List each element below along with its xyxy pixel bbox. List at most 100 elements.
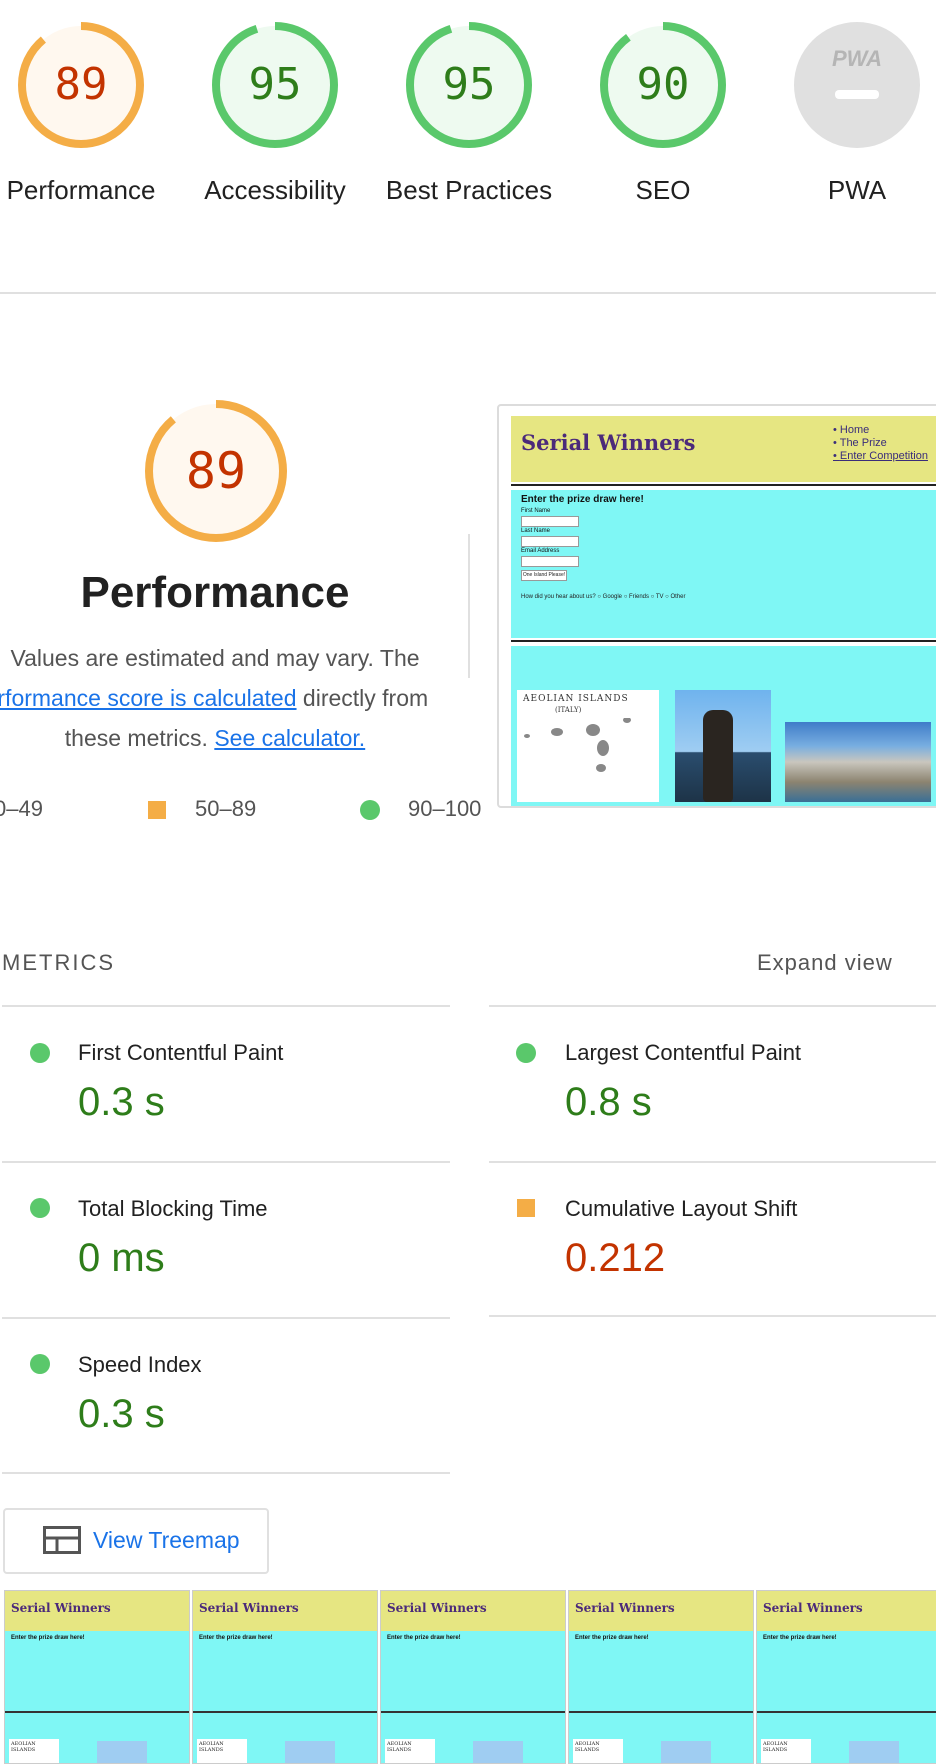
gauge-label-best-practices: Best Practices	[384, 170, 554, 210]
site-map-title: AEOLIAN ISLANDS	[523, 694, 629, 704]
metric-name: Cumulative Layout Shift	[565, 1196, 798, 1221]
filmstrip-frame: Serial Winners Enter the prize draw here…	[4, 1590, 190, 1764]
site-divider	[511, 640, 936, 642]
legend-pass-label: 90–100	[408, 796, 482, 821]
average-square-icon	[517, 1199, 535, 1217]
score-calculation-link[interactable]: performance score is calculated	[0, 685, 297, 711]
pass-circle-icon	[30, 1198, 50, 1218]
site-header: Serial Winners Home The Prize Enter Comp…	[511, 416, 936, 482]
see-calculator-link[interactable]: See calculator.	[214, 725, 365, 751]
metric-divider	[2, 1161, 450, 1163]
gauge-score: 95	[442, 59, 496, 110]
performance-description: Values are estimated and may vary. The p…	[0, 638, 430, 758]
gauge-label-performance: Performance	[6, 175, 156, 205]
gauge-score: 90	[636, 59, 690, 110]
frame-form-title: Enter the prize draw here!	[11, 1635, 85, 1641]
gauge-label-seo: SEO	[635, 175, 691, 205]
frame-map: AEOLIAN ISLANDS	[761, 1739, 811, 1763]
metric-name: First Contentful Paint	[78, 1040, 284, 1065]
desc-line-2: performance score is calculated directly…	[0, 678, 430, 718]
pwa-badge-icon	[794, 22, 920, 148]
gauge-best-practices[interactable]: 95	[404, 20, 534, 150]
pwa-badge-text: PWA	[831, 46, 883, 71]
metrics-heading: METRICS	[2, 950, 115, 975]
site-map-image: AEOLIAN ISLANDS (ITALY)	[517, 690, 659, 802]
gauge-label-accessibility: Accessibility	[204, 175, 346, 205]
metric-value: 0.212	[565, 1236, 666, 1280]
legend-average-label: 50–89	[195, 796, 257, 821]
filmstrip-frame: Serial Winners Enter the prize draw here…	[756, 1590, 936, 1764]
frame-form-title: Enter the prize draw here!	[575, 1635, 649, 1641]
gauge-performance[interactable]: 89	[16, 20, 146, 150]
frame-header: Serial Winners	[757, 1591, 936, 1631]
metric-value: 0 ms	[78, 1236, 165, 1280]
legend-fail-label: 0–49	[0, 796, 43, 821]
frame-photo	[97, 1741, 147, 1763]
metric-name: Largest Contentful Paint	[565, 1040, 802, 1065]
metric-divider	[489, 1315, 936, 1317]
frame-map: AEOLIAN ISLANDS	[385, 1739, 435, 1763]
pass-circle-icon	[30, 1354, 50, 1374]
rock-shape	[703, 710, 733, 802]
site-field-label: Email Address	[521, 548, 560, 554]
site-submit: One Island Please!	[521, 570, 567, 581]
metric-value: 0.3 s	[78, 1392, 165, 1436]
frame-form-title: Enter the prize draw here!	[763, 1635, 837, 1641]
frame-form-title: Enter the prize draw here!	[199, 1635, 273, 1641]
site-divider	[511, 484, 936, 486]
final-screenshot[interactable]: Serial Winners Home The Prize Enter Comp…	[497, 404, 936, 808]
performance-score: 89	[185, 442, 247, 500]
gauge-seo[interactable]: 90	[598, 20, 728, 150]
site-field	[521, 536, 579, 547]
site-form-title: Enter the prize draw here!	[521, 494, 644, 505]
treemap-icon	[43, 1526, 81, 1554]
section-divider	[0, 292, 936, 294]
frame-map: AEOLIAN ISLANDS	[573, 1739, 623, 1763]
pass-circle-icon	[30, 1043, 50, 1063]
filmstrip: Serial Winners Enter the prize draw here…	[0, 1590, 936, 1764]
view-treemap-button[interactable]: View Treemap	[3, 1508, 269, 1574]
frame-divider	[5, 1711, 189, 1713]
site-field	[521, 556, 579, 567]
desc-line-1: Values are estimated and may vary. The	[10, 645, 420, 671]
frame-photo	[473, 1741, 523, 1763]
gauge-label-pwa: PWA	[827, 175, 887, 205]
metric-name: Total Blocking Time	[78, 1196, 268, 1221]
gauge-pwa[interactable]: PWA	[792, 20, 922, 150]
gauge-score: 95	[248, 59, 302, 110]
site-gallery: AEOLIAN ISLANDS (ITALY)	[511, 646, 936, 806]
gauge-label-best-practices-text: Best Practices	[385, 175, 553, 205]
frame-divider	[569, 1711, 753, 1713]
site-form: Enter the prize draw here! First Name La…	[511, 490, 936, 638]
site-radio-row: How did you hear about us? ○ Google ○ Fr…	[521, 594, 686, 600]
frame-divider	[193, 1711, 377, 1713]
frame-title: Serial Winners	[763, 1601, 863, 1615]
frame-photo	[285, 1741, 335, 1763]
gauge-accessibility[interactable]: 95	[210, 20, 340, 150]
frame-divider	[381, 1711, 565, 1713]
site-field-label: First Name	[521, 508, 551, 514]
site-title: Serial Winners	[521, 430, 696, 455]
metric-divider	[2, 1317, 450, 1319]
pass-circle-icon	[516, 1043, 536, 1063]
legend-fail: 0–49	[0, 796, 43, 822]
view-treemap-label: View Treemap	[93, 1527, 240, 1553]
legend-circle-icon	[360, 800, 380, 820]
desc-line3-prefix: these metrics.	[64, 725, 215, 751]
map-islands-icon	[524, 718, 631, 772]
legend-average: 50–89	[195, 796, 256, 822]
metric-value: 0.3 s	[78, 1080, 165, 1124]
metric-divider	[2, 1005, 450, 1007]
site-photo-harbor	[785, 722, 931, 802]
site-map-subtitle: (ITALY)	[555, 706, 582, 714]
frame-header: Serial Winners	[381, 1591, 565, 1631]
frame-header: Serial Winners	[569, 1591, 753, 1631]
frame-map: AEOLIAN ISLANDS	[9, 1739, 59, 1763]
frame-photo	[849, 1741, 899, 1763]
legend-pass: 90–100	[408, 796, 481, 822]
site-field-label: Last Name	[521, 528, 551, 534]
site-nav-item: Enter Competition	[833, 450, 928, 463]
expand-view-toggle[interactable]: Expand view	[757, 950, 893, 976]
frame-title: Serial Winners	[11, 1601, 111, 1615]
site-photo-rock	[675, 690, 771, 802]
